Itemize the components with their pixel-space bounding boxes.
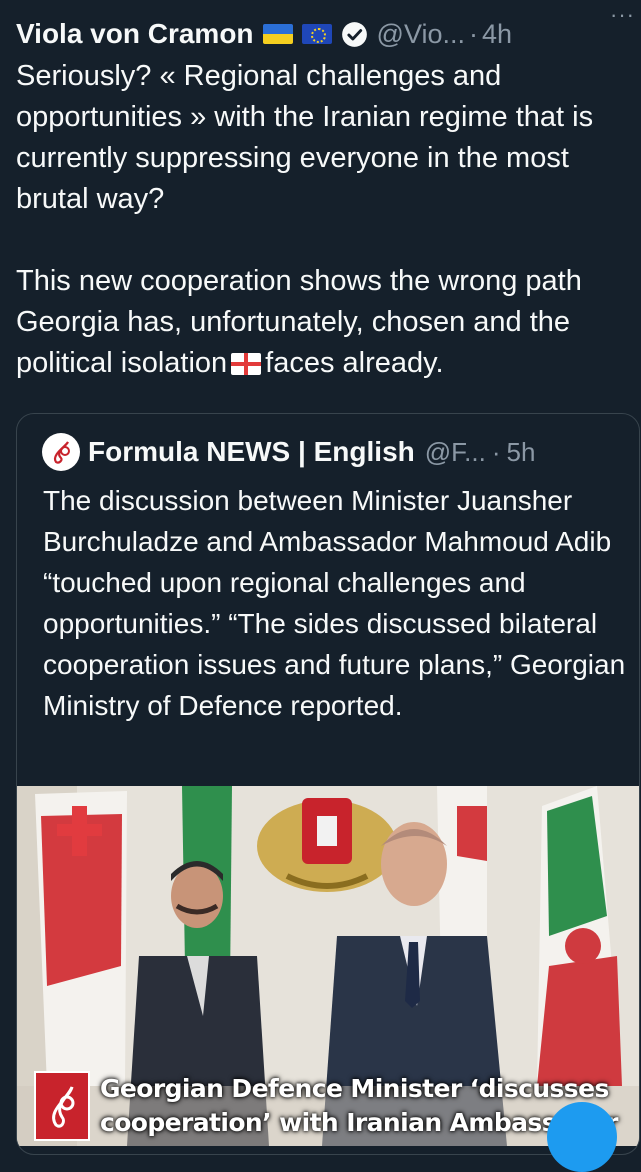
author-handle[interactable]: @Vio... [377,19,465,50]
tweet-paragraph-1: Seriously? « Regional challenges and opp… [16,60,602,215]
flag-ukraine-icon [262,24,293,44]
compose-tweet-button[interactable] [547,1102,617,1172]
tweet-paragraph-2-end: faces already. [265,347,444,379]
caption-line-1: Georgian Defence Minister ‘discusses [100,1074,609,1103]
quoted-author-name[interactable]: Formula NEWS | English [88,436,415,468]
tweet-paragraph-2: This new cooperation shows the wrong pat… [16,265,590,379]
separator-dot: · [491,436,501,467]
more-options-icon[interactable]: ··· [610,2,635,28]
formula-logo-icon [34,1071,90,1141]
caption-line-2: cooperation’ with Iranian Ambassador [100,1108,618,1137]
tweet-time[interactable]: 4h [482,19,512,50]
separator-dot: · [469,18,478,49]
tweet-text: Seriously? « Regional challenges and opp… [16,56,636,384]
author-name[interactable]: Viola von Cramon [16,18,254,50]
flag-georgia-icon [231,353,262,375]
quoted-tweet-text: The discussion between Minister Juansher… [43,485,626,721]
tweet-header: Viola von Cramon @Vio... · 4h [16,14,631,54]
formula-logo-icon [53,441,70,464]
quoted-tweet-time[interactable]: 5h [507,437,536,468]
quoted-author-handle[interactable]: @F... [425,437,486,468]
quoted-avatar[interactable] [42,433,80,471]
quoted-tweet-header: Formula NEWS | English @F... · 5h [42,432,535,472]
flag-eu-icon [301,24,332,44]
verified-badge-icon [341,21,367,47]
caption-text: Georgian Defence Minister ‘discusses coo… [100,1072,618,1140]
quoted-tweet-card[interactable]: Formula NEWS | English @F... · 5h The di… [16,413,640,1155]
quoted-tweet-photo[interactable]: Georgian Defence Minister ‘discusses coo… [17,786,639,1146]
